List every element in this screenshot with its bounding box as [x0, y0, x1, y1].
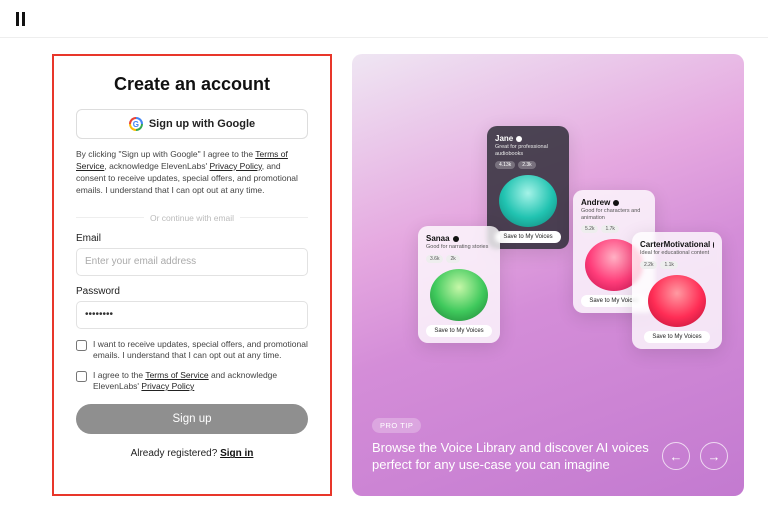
voice-name: Andrew	[581, 198, 647, 207]
agree-checkbox-row: I agree to the Terms of Service and ackn…	[76, 370, 308, 393]
arrow-left-icon[interactable]: ←	[662, 442, 690, 470]
signin-row: Already registered? Sign in	[76, 448, 308, 459]
voice-tags: 4.13k2.3k	[495, 161, 561, 169]
divider-text: Or continue with email	[76, 213, 308, 223]
agree-checkbox-label: I agree to the Terms of Service and ackn…	[93, 370, 308, 393]
arrow-right-icon[interactable]: →	[700, 442, 728, 470]
promo-text: Browse the Voice Library and discover AI…	[372, 439, 674, 474]
voice-visual-icon	[430, 269, 488, 321]
voice-card-sanaa[interactable]: Sanaa Good for narrating stories 3.6k2k …	[418, 226, 500, 343]
voice-sub: Ideal for educational content	[640, 250, 714, 257]
voice-sub: Great for professional audiobooks	[495, 144, 561, 157]
email-label: Email	[76, 233, 308, 244]
page-title: Create an account	[76, 74, 308, 95]
tos-link-2[interactable]: Terms of Service	[145, 370, 208, 380]
carousel-arrows: ← →	[662, 442, 728, 470]
signup-panel: Create an account Sign up with Google By…	[52, 54, 332, 496]
updates-checkbox-label: I want to receive updates, special offer…	[93, 339, 308, 362]
updates-checkbox-row: I want to receive updates, special offer…	[76, 339, 308, 362]
voice-card-carter[interactable]: CarterMotivational Ideal for educational…	[632, 232, 722, 349]
top-bar	[0, 0, 768, 38]
google-signup-button[interactable]: Sign up with Google	[76, 109, 308, 139]
pause-icon[interactable]	[16, 12, 25, 26]
google-icon	[129, 117, 143, 131]
voice-name: Sanaa	[426, 234, 492, 243]
privacy-link-2[interactable]: Privacy Policy	[141, 381, 194, 391]
password-label: Password	[76, 286, 308, 297]
voice-sub: Good for narrating stories	[426, 244, 492, 251]
email-input[interactable]	[76, 248, 308, 276]
updates-checkbox[interactable]	[76, 340, 87, 351]
promo-panel: Jane Great for professional audiobooks 4…	[352, 54, 744, 496]
voice-name: Jane	[495, 134, 561, 143]
privacy-link[interactable]: Privacy Policy	[209, 161, 261, 171]
save-voice-button[interactable]: Save to My Voices	[495, 231, 560, 243]
voice-card-jane[interactable]: Jane Great for professional audiobooks 4…	[487, 126, 569, 249]
main-layout: Create an account Sign up with Google By…	[0, 38, 768, 512]
google-legal-text: By clicking "Sign up with Google" I agre…	[76, 149, 308, 197]
pro-tip-badge: PRO TIP	[372, 418, 421, 433]
voice-sub: Good for characters and animation	[581, 208, 647, 221]
save-voice-button[interactable]: Save to My Voices	[426, 325, 491, 337]
agree-checkbox[interactable]	[76, 371, 87, 382]
signin-link[interactable]: Sign in	[220, 448, 253, 459]
google-signup-label: Sign up with Google	[149, 118, 255, 130]
voice-tags: 2.2k1.1k	[640, 261, 714, 269]
promo-text-block: PRO TIP Browse the Voice Library and dis…	[372, 415, 674, 474]
signup-button[interactable]: Sign up	[76, 404, 308, 434]
voice-name: CarterMotivational	[640, 240, 714, 249]
voice-tags: 3.6k2k	[426, 255, 492, 263]
password-input[interactable]	[76, 301, 308, 329]
save-voice-button[interactable]: Save to My Voices	[644, 331, 709, 343]
voice-visual-icon	[648, 275, 706, 327]
voice-visual-icon	[499, 175, 557, 227]
